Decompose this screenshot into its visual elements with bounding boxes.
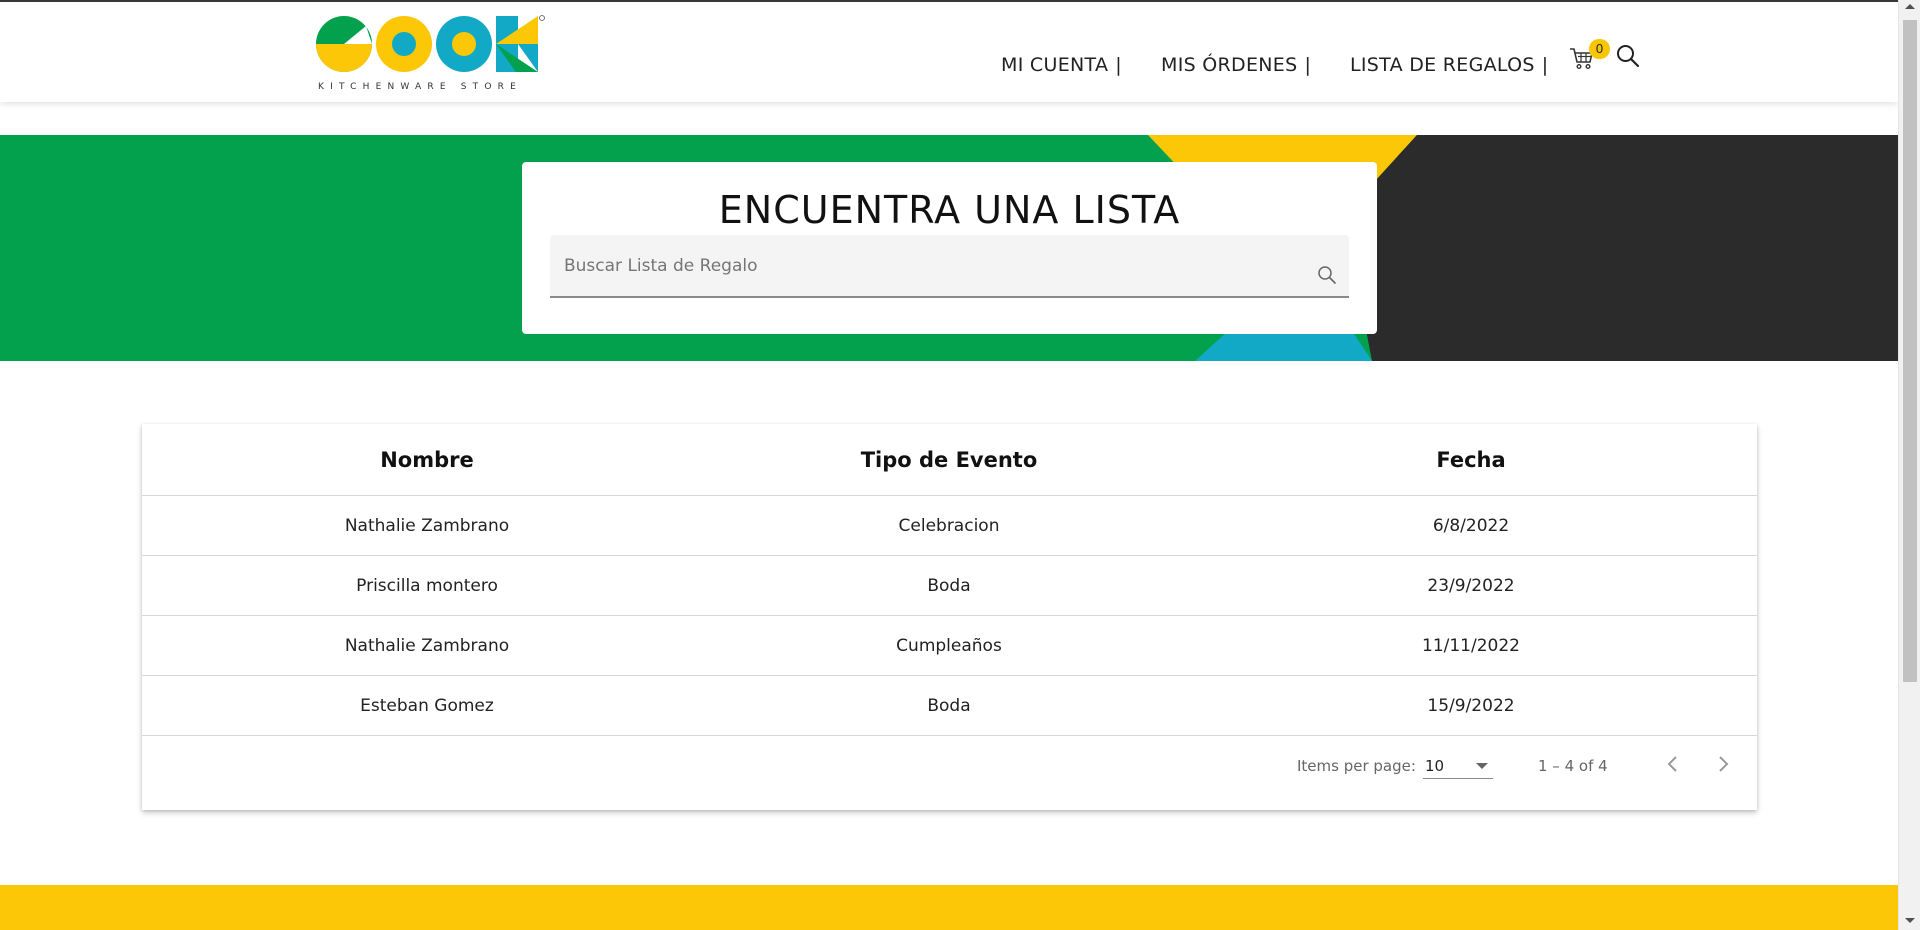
scrollbar-thumb[interactable] bbox=[1903, 20, 1917, 682]
column-header-fecha[interactable]: Fecha bbox=[1271, 448, 1671, 472]
table-row[interactable]: Nathalie Zambrano Celebracion 6/8/2022 bbox=[142, 496, 1757, 556]
nav-label: MI CUENTA bbox=[1001, 54, 1109, 76]
nav-label: MIS ÓRDENES bbox=[1161, 54, 1298, 76]
logo-mark bbox=[316, 15, 545, 72]
page-title: ENCUENTRA UNA LISTA bbox=[718, 188, 1181, 232]
items-per-page-select[interactable]: 10 bbox=[1423, 749, 1493, 779]
gift-list-search-input[interactable] bbox=[564, 235, 1304, 296]
nav-separator: | bbox=[1304, 54, 1312, 76]
scroll-up-arrow-icon[interactable] bbox=[1905, 4, 1915, 9]
nav-lista-de-regalos[interactable]: LISTA DE REGALOS | bbox=[1350, 52, 1548, 78]
cell-tipo-evento: Celebracion bbox=[898, 516, 1000, 536]
search-icon[interactable] bbox=[1317, 265, 1337, 285]
cell-fecha: 6/8/2022 bbox=[1432, 516, 1510, 536]
nav-mi-cuenta[interactable]: MI CUENTA | bbox=[1001, 52, 1122, 78]
page-scrollbar[interactable] bbox=[1898, 0, 1920, 930]
chevron-left-icon bbox=[1667, 756, 1677, 772]
table-row[interactable]: Esteban Gomez Boda 15/9/2022 bbox=[142, 676, 1757, 736]
cart-count-badge: 0 bbox=[1589, 39, 1610, 59]
footer-band bbox=[0, 885, 1898, 930]
column-header-nombre[interactable]: Nombre bbox=[227, 448, 627, 472]
nav-mis-ordenes[interactable]: MIS ÓRDENES | bbox=[1161, 52, 1311, 78]
logo-subtitle: KITCHENWARE STORE bbox=[318, 82, 522, 92]
cell-tipo-evento: Cumpleaños bbox=[896, 636, 1002, 656]
cell-fecha: 11/11/2022 bbox=[1422, 636, 1520, 656]
next-page-button[interactable] bbox=[1710, 751, 1736, 777]
cell-fecha: 15/9/2022 bbox=[1427, 696, 1515, 716]
cook-logo[interactable]: KITCHENWARE STORE bbox=[316, 14, 546, 96]
nav-separator: | bbox=[1115, 54, 1122, 76]
table-row[interactable]: Priscilla montero Boda 23/9/2022 bbox=[142, 556, 1757, 616]
dropdown-arrow-icon bbox=[1476, 763, 1488, 769]
site-header: KITCHENWARE STORE MI CUENTA | MIS ÓRDENE… bbox=[0, 2, 1898, 102]
nav-label: LISTA DE REGALOS bbox=[1350, 54, 1535, 76]
find-list-card: ENCUENTRA UNA LISTA bbox=[522, 162, 1377, 334]
previous-page-button[interactable] bbox=[1660, 751, 1686, 777]
scroll-down-arrow-icon[interactable] bbox=[1905, 918, 1915, 923]
cell-tipo-evento: Boda bbox=[927, 576, 971, 596]
cell-nombre: Nathalie Zambrano bbox=[344, 636, 510, 656]
cell-tipo-evento: Boda bbox=[927, 696, 971, 716]
nav-separator: | bbox=[1541, 54, 1549, 76]
chevron-right-icon bbox=[1719, 756, 1729, 772]
gift-lists-table: Nombre Tipo de Evento Fecha Nathalie Zam… bbox=[142, 424, 1757, 810]
gift-list-search-field[interactable] bbox=[550, 235, 1349, 298]
cell-nombre: Esteban Gomez bbox=[360, 696, 494, 716]
page-range-label: 1 – 4 of 4 bbox=[1538, 757, 1608, 775]
table-row[interactable]: Nathalie Zambrano Cumpleaños 11/11/2022 bbox=[142, 616, 1757, 676]
table-paginator: Items per page: 10 1 – 4 of 4 bbox=[142, 737, 1757, 797]
cell-nombre: Priscilla montero bbox=[356, 576, 498, 596]
column-header-tipo-evento[interactable]: Tipo de Evento bbox=[749, 448, 1149, 472]
search-icon[interactable] bbox=[1615, 43, 1641, 69]
cell-nombre: Nathalie Zambrano bbox=[344, 516, 510, 536]
table-header: Nombre Tipo de Evento Fecha bbox=[142, 424, 1757, 496]
items-per-page-label: Items per page: bbox=[1297, 757, 1416, 775]
cell-fecha: 23/9/2022 bbox=[1427, 576, 1515, 596]
items-per-page-value: 10 bbox=[1425, 757, 1445, 775]
